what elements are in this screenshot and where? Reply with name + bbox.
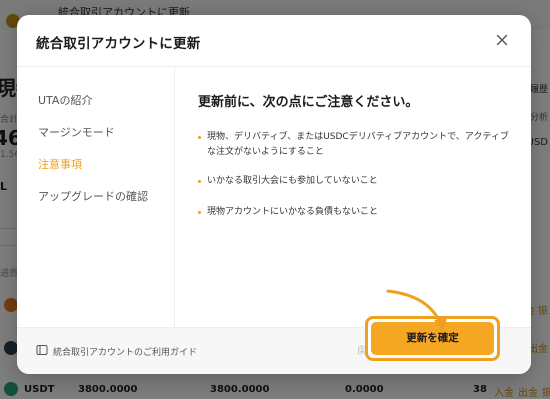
user-guide-label: 統合取引アカウントのご利用ガイド (53, 348, 198, 358)
nav-item-margin-mode[interactable]: マージンモード (38, 124, 115, 140)
bullet-icon (198, 211, 201, 214)
bullet-text: 現物アカウントにいかなる負債もないこと (207, 207, 379, 217)
side-nav: UTAの紹介 マージンモード 注意事項 アップグレードの確認 (17, 67, 175, 327)
modal-header: 統合取引アカウントに更新 (17, 15, 531, 67)
list-item: 現物アカウントにいかなる負債もないこと (198, 205, 516, 220)
close-button[interactable] (492, 30, 512, 50)
modal-content: 更新前に、次の点にご注意ください。 現物、デリバティブ、またはUSDCデリバティ… (175, 67, 531, 327)
bullet-text: 現物、デリバティブ、またはUSDCデリバティブアカウントで、アクティブな注文がな… (207, 132, 509, 157)
bullet-icon (198, 136, 201, 139)
confirm-upgrade-button[interactable]: 更新を確定 (371, 322, 494, 355)
bullet-text: いかなる取引大会にも参加していないこと (207, 176, 378, 186)
book-icon (36, 345, 48, 355)
nav-item-upgrade-confirm[interactable]: アップグレードの確認 (38, 188, 148, 204)
nav-item-notes[interactable]: 注意事項 (38, 156, 82, 172)
close-icon (496, 34, 508, 46)
list-item: 現物、デリバティブ、またはUSDCデリバティブアカウントで、アクティブな注文がな… (198, 130, 516, 160)
list-item: いかなる取引大会にも参加していないこと (198, 174, 516, 189)
confirm-highlight: 更新を確定 (365, 316, 500, 361)
content-heading: 更新前に、次の点にご注意ください。 (198, 95, 419, 110)
nav-item-uta-intro[interactable]: UTAの紹介 (38, 92, 92, 108)
bullet-icon (198, 180, 201, 183)
modal-title: 統合取引アカウントに更新 (36, 36, 201, 52)
